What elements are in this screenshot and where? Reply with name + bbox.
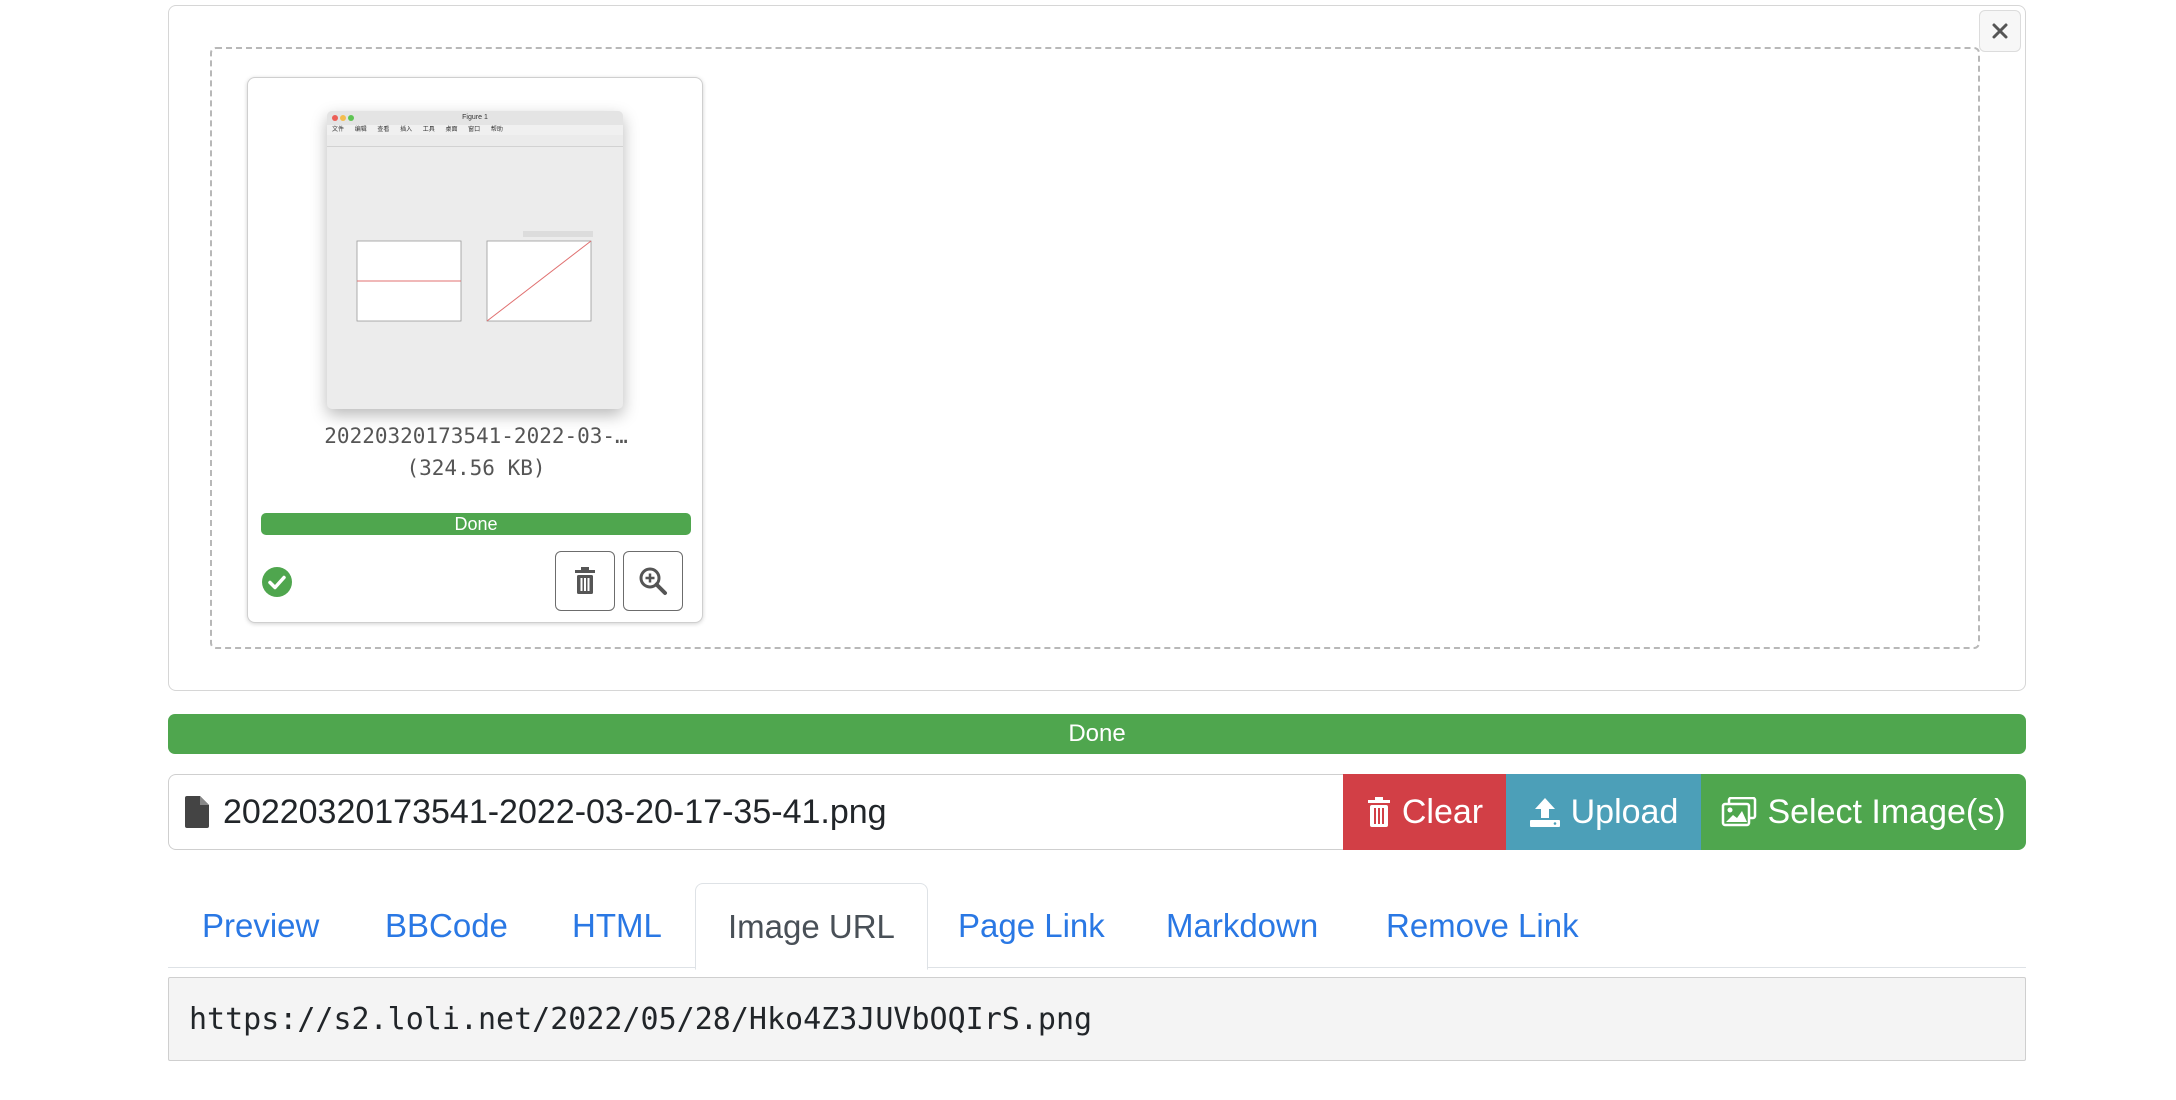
zoom-in-icon [639, 567, 667, 595]
drop-area[interactable]: Figure 1 文件 编辑 查看 插入 工具 桌面 窗口 帮助 2022032… [210, 47, 1980, 649]
images-icon [1722, 797, 1757, 827]
tab-html[interactable]: HTML [572, 883, 662, 968]
tab-page-link[interactable]: Page Link [958, 883, 1105, 968]
upload-icon [1529, 798, 1560, 827]
output-format-tabs: Preview BBCode HTML Image URL Page Link … [168, 883, 2026, 970]
tab-remove-link[interactable]: Remove Link [1386, 883, 1579, 968]
trash-icon [575, 567, 595, 594]
select-images-label: Select Image(s) [1767, 792, 2006, 831]
trash-icon [1367, 797, 1390, 827]
success-check-icon [262, 567, 292, 597]
tab-bbcode[interactable]: BBCode [385, 883, 508, 968]
clear-button[interactable]: Clear [1343, 774, 1506, 850]
file-size: (324.56 KB) [406, 456, 546, 480]
file-name: 20220320173541-2022-03-… [324, 424, 628, 448]
upload-zone: Figure 1 文件 编辑 查看 插入 工具 桌面 窗口 帮助 2022032… [168, 5, 2026, 691]
file-input-group: 20220320173541-2022-03-20-17-35-41.png C… [168, 774, 2026, 850]
select-images-button[interactable]: Select Image(s) [1701, 774, 2026, 850]
overall-progress-bar: Done [168, 714, 2026, 754]
selected-file-name: 20220320173541-2022-03-20-17-35-41.png [223, 792, 887, 831]
file-caption[interactable]: 20220320173541-2022-03-20-17-35-41.png [168, 774, 1343, 850]
tab-image-url[interactable]: Image URL [695, 883, 928, 970]
image-url-output[interactable]: https://s2.loli.net/2022/05/28/Hko4Z3JUV… [168, 977, 2026, 1061]
upload-button[interactable]: Upload [1506, 774, 1701, 850]
close-zone-button[interactable] [1979, 10, 2021, 52]
upload-label: Upload [1570, 792, 1679, 831]
thumbnail-plots [356, 231, 593, 322]
thumbnail-toolbar [327, 135, 623, 147]
file-progress-bar: Done [261, 513, 691, 535]
thumbnail-menubar: 文件 编辑 查看 插入 工具 桌面 窗口 帮助 [327, 125, 623, 135]
thumbnail-title: Figure 1 [462, 114, 488, 121]
close-icon [1992, 23, 2008, 39]
image-thumbnail[interactable]: Figure 1 文件 编辑 查看 插入 工具 桌面 窗口 帮助 [327, 111, 623, 409]
file-preview-card: Figure 1 文件 编辑 查看 插入 工具 桌面 窗口 帮助 2022032… [247, 77, 703, 623]
clear-label: Clear [1401, 792, 1484, 831]
tab-markdown[interactable]: Markdown [1166, 883, 1318, 968]
file-icon [185, 796, 209, 828]
remove-file-button[interactable] [555, 551, 615, 611]
tab-preview[interactable]: Preview [202, 883, 319, 968]
zoom-file-button[interactable] [623, 551, 683, 611]
